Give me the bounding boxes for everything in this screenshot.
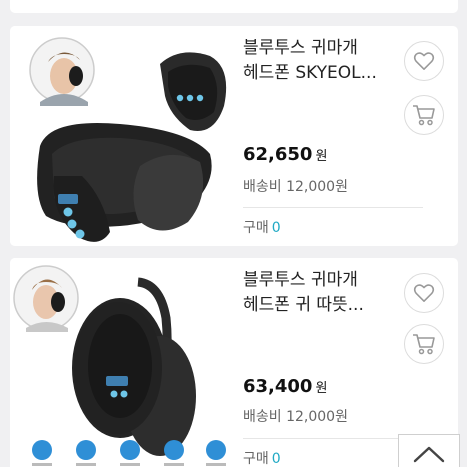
product-price: 63,400 원	[243, 376, 327, 397]
product-title-line2: 헤드폰 귀 따뜻...	[243, 295, 364, 315]
product-title-line1: 블루투스 귀마개	[243, 270, 358, 290]
purchase-count-value: 0	[271, 451, 281, 467]
product-title-line2: 헤드폰 SKYEOL...	[243, 63, 377, 83]
product-image[interactable]	[10, 258, 234, 467]
chevron-up-icon	[413, 446, 445, 463]
cart-icon	[413, 334, 435, 355]
price-value: 62,650	[243, 144, 313, 165]
price-unit: 원	[315, 381, 328, 396]
cart-icon	[413, 105, 435, 126]
price-value: 63,400	[243, 376, 313, 397]
price-unit: 원	[315, 149, 328, 164]
product-card[interactable]: 블루투스 귀마개 헤드폰 SKYEOL... 62,650 원 배송비 12,00…	[10, 26, 458, 246]
product-title-line1: 블루투스 귀마개	[243, 38, 358, 58]
like-button[interactable]	[404, 41, 444, 81]
earmuff-product-photo	[13, 265, 226, 466]
divider	[243, 207, 423, 208]
shipping-fee: 배송비 12,000원	[243, 409, 348, 425]
product-title[interactable]: 블루투스 귀마개 헤드폰 귀 따뜻...	[243, 268, 418, 318]
purchase-count: 구매 0	[243, 217, 281, 237]
like-button[interactable]	[404, 273, 444, 313]
purchase-count-value: 0	[271, 220, 281, 236]
product-price: 62,650 원	[243, 144, 327, 165]
product-info[interactable]: 블루투스 귀마개 헤드폰 귀 따뜻... 63,400 원 배송비 12,000원…	[243, 258, 423, 467]
purchase-label: 구매	[243, 451, 269, 467]
product-title[interactable]: 블루투스 귀마개 헤드폰 SKYEOL...	[243, 36, 418, 86]
earmuff-product-photo	[29, 37, 227, 242]
divider	[243, 438, 423, 439]
purchase-count: 구매 0	[243, 448, 281, 467]
heart-icon	[413, 52, 435, 70]
heart-icon	[413, 284, 435, 302]
product-image[interactable]	[10, 26, 234, 246]
product-info[interactable]: 블루투스 귀마개 헤드폰 SKYEOL... 62,650 원 배송비 12,00…	[243, 26, 423, 246]
shipping-fee: 배송비 12,000원	[243, 179, 348, 195]
cart-button[interactable]	[404, 95, 444, 135]
purchase-label: 구매	[243, 220, 269, 236]
cart-button[interactable]	[404, 324, 444, 364]
product-card-partial[interactable]	[10, 0, 458, 13]
product-card[interactable]: 블루투스 귀마개 헤드폰 귀 따뜻... 63,400 원 배송비 12,000원…	[10, 258, 458, 467]
scroll-to-top-button[interactable]	[398, 434, 460, 467]
